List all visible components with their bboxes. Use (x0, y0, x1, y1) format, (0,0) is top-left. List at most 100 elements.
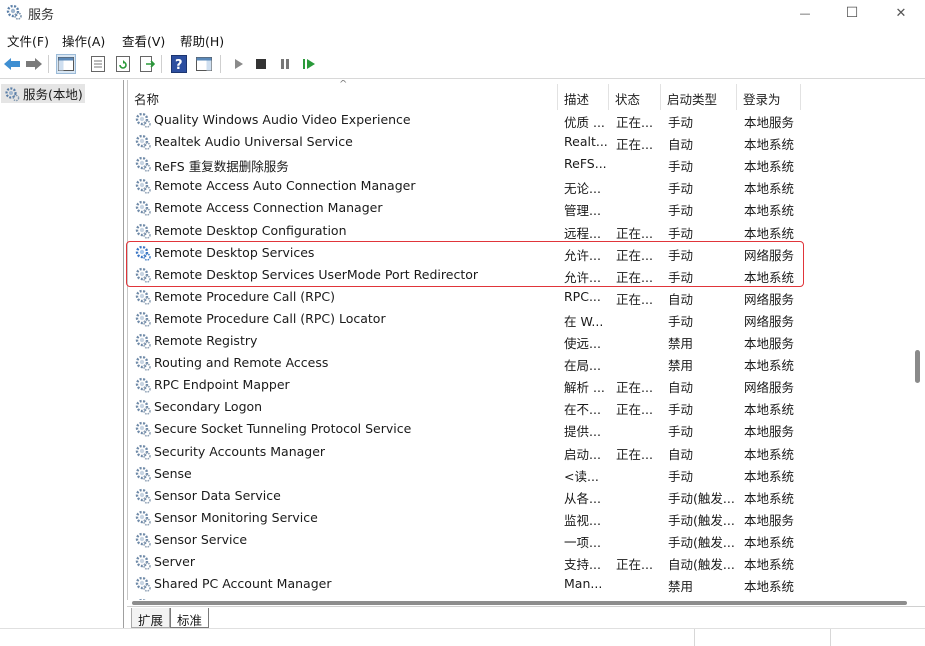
service-log-on-as: 网络服务 (744, 380, 795, 396)
service-description: 启动... (564, 446, 601, 462)
service-name: Remote Procedure Call (RPC) (154, 288, 335, 304)
service-row[interactable]: ReFS 重复数据删除服务 ReFS... 手动 本地系统 (128, 153, 913, 175)
service-startup-type: 手动 (668, 468, 694, 484)
menu-action[interactable]: 操作(A) (62, 31, 105, 50)
service-name: Secondary Logon (154, 399, 263, 415)
service-name: Sensor Service (154, 531, 248, 547)
column-header-status[interactable]: 状态 (609, 84, 661, 110)
list-header: ^ 名称 描述 状态 启动类型 登录为 (128, 80, 913, 110)
service-row[interactable]: Sense <读... 手动 本地系统 (128, 463, 913, 485)
back-button[interactable] (2, 54, 22, 74)
service-row[interactable]: Routing and Remote Access 在局... 禁用 本地系统 (128, 352, 913, 374)
service-row[interactable]: Remote Access Connection Manager 管理... 手动 本… (128, 197, 913, 219)
service-gear-icon (135, 333, 151, 349)
service-status: 正在... (616, 225, 653, 241)
back-arrow-icon (4, 58, 20, 70)
service-log-on-as: 本地系统 (744, 468, 795, 484)
service-name: Secure Socket Tunneling Protocol Service (154, 421, 412, 437)
service-gear-icon (135, 576, 151, 592)
service-log-on-as: 本地系统 (744, 490, 795, 506)
service-startup-type: 禁用 (668, 358, 694, 374)
service-row[interactable]: Security Accounts Manager 启动... 正在... 自动 本地系… (128, 441, 913, 463)
menu-file[interactable]: 文件(F) (7, 31, 49, 50)
service-gear-icon (135, 377, 151, 393)
minimize-button[interactable]: — (782, 0, 828, 26)
close-button[interactable]: ✕ (878, 0, 924, 26)
vertical-scrollbar[interactable] (913, 80, 925, 606)
column-header-log-on-as[interactable]: 登录为 (737, 84, 801, 110)
show-console-tree-button[interactable] (56, 54, 76, 74)
menu-view[interactable]: 查看(V) (122, 31, 165, 50)
service-row[interactable]: Remote Registry 使远... 禁用 本地服务 (128, 330, 913, 352)
service-name: Server (154, 554, 195, 569)
forward-arrow-icon (26, 58, 42, 70)
service-row[interactable]: Quality Windows Audio Video Experience 优质… (128, 109, 913, 131)
export-list-button[interactable] (137, 54, 157, 74)
services-list-pane: ^ 名称 描述 状态 启动类型 登录为 Quality Windows Audi… (127, 80, 913, 606)
service-description: 监视... (564, 512, 601, 528)
service-row[interactable]: Remote Desktop Configuration 远程... 正在... 手动… (128, 220, 913, 242)
service-row[interactable]: Sensor Monitoring Service 监视... 手动(触发... 本地… (128, 507, 913, 529)
service-log-on-as: 本地服务 (744, 424, 795, 440)
pause-service-icon (281, 59, 289, 69)
restart-service-icon (303, 59, 315, 69)
column-header-description[interactable]: 描述 (558, 84, 609, 110)
service-row[interactable]: Shared PC Account Manager Man... 禁用 本地系统 (128, 573, 913, 595)
service-startup-type: 禁用 (668, 579, 694, 595)
column-header-label: 描述 (564, 92, 590, 107)
service-row[interactable]: Secure Socket Tunneling Protocol Service… (128, 418, 913, 440)
service-log-on-as: 本地系统 (744, 534, 795, 550)
help-button[interactable]: ? (169, 54, 189, 74)
column-header-startup-type[interactable]: 启动类型 (661, 84, 737, 110)
service-row[interactable]: Remote Procedure Call (RPC) RPC... 正在... 自动… (128, 286, 913, 308)
service-name: RPC Endpoint Mapper (154, 377, 290, 393)
service-row[interactable]: Remote Access Auto Connection Manager 无论.… (128, 175, 913, 197)
services-gear-icon (5, 87, 20, 102)
service-log-on-as: 本地系统 (744, 159, 795, 175)
properties-button[interactable] (88, 54, 108, 74)
service-log-on-as: 本地系统 (744, 203, 795, 219)
tab-extended[interactable]: 扩展 (131, 608, 171, 628)
service-description: 从各... (564, 490, 601, 506)
service-startup-type: 手动 (668, 424, 694, 440)
service-row[interactable]: Secondary Logon 在不... 正在... 手动 本地系统 (128, 396, 913, 418)
service-description: Man... (564, 576, 603, 592)
service-startup-type: 自动(触发... (668, 557, 735, 572)
service-status: 正在... (616, 402, 653, 418)
tab-standard[interactable]: 标准 (170, 608, 210, 628)
service-row[interactable]: RPC Endpoint Mapper 解析 ... 正在... 自动 网络服务 (128, 374, 913, 396)
status-bar (0, 628, 925, 646)
tree-item-services-local[interactable]: 服务(本地) (1, 84, 85, 103)
service-gear-icon (135, 554, 151, 570)
service-row[interactable]: Sensor Service 一项... 手动(触发... 本地系统 (128, 529, 913, 551)
service-startup-type: 手动 (668, 313, 694, 329)
service-description: 支持... (564, 557, 601, 572)
start-service-button[interactable] (228, 54, 248, 74)
service-description: <读... (564, 468, 599, 484)
service-startup-type: 自动 (668, 380, 694, 396)
horizontal-scroll-thumb[interactable] (132, 601, 907, 605)
properties-icon (91, 56, 105, 72)
service-startup-type: 自动 (668, 137, 694, 153)
service-startup-type: 禁用 (668, 336, 694, 351)
vertical-scroll-thumb[interactable] (915, 350, 920, 383)
window-title: 服务 (28, 8, 55, 23)
refresh-button[interactable] (113, 54, 133, 74)
maximize-button[interactable]: ☐ (829, 0, 875, 26)
service-description: 在局... (564, 358, 601, 374)
service-row[interactable]: Sensor Data Service 从各... 手动(触发... 本地系统 (128, 485, 913, 507)
column-header-label: 登录为 (743, 92, 781, 107)
service-startup-type: 手动 (668, 225, 694, 241)
stop-service-button[interactable] (251, 54, 271, 74)
service-row[interactable]: Remote Procedure Call (RPC) Locator 在 W..… (128, 308, 913, 330)
service-row[interactable]: Server 支持... 正在... 自动(触发... 本地系统 (128, 551, 913, 573)
restart-service-button[interactable] (299, 54, 319, 74)
service-name: Sensor Monitoring Service (154, 509, 318, 525)
column-header-name[interactable]: 名称 (128, 84, 558, 110)
menu-help[interactable]: 帮助(H) (180, 31, 224, 50)
service-log-on-as: 本地系统 (744, 579, 795, 595)
show-hide-pane-button[interactable] (194, 54, 214, 74)
service-row[interactable]: Realtek Audio Universal Service Realt... 正… (128, 131, 913, 153)
pause-service-button[interactable] (275, 54, 295, 74)
forward-button[interactable] (24, 54, 44, 74)
